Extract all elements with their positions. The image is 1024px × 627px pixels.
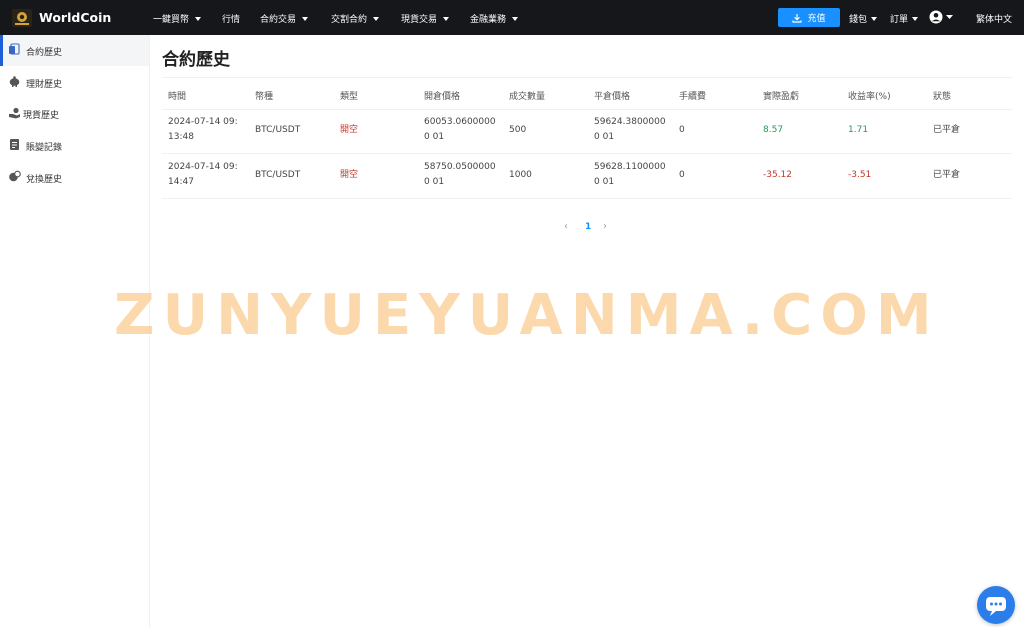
column-header-yield: 收益率(%): [848, 92, 891, 102]
nav-spot-trading[interactable]: 現貨交易: [401, 12, 450, 25]
cell-time: 2024-07-14 09:14:47: [168, 162, 238, 187]
table-row: 2024-07-14 09:13:48 BTC/USDT 開空 60053.06…: [162, 109, 1012, 154]
cell-symbol: BTC/USDT: [255, 125, 301, 135]
cell-open-price: 58750.05000000 01: [424, 162, 496, 187]
sidebar-item-spot-history[interactable]: 現貨歷史: [0, 98, 149, 129]
chevron-down-icon: [195, 16, 202, 21]
column-header-symbol: 幣種: [255, 92, 274, 102]
chat-bubble-icon: [986, 597, 1006, 616]
pagination-prev-button[interactable]: ‹: [564, 221, 568, 232]
chevron-down-icon: [302, 16, 309, 21]
column-header-type: 類型: [340, 92, 359, 102]
column-header-status: 狀態: [933, 92, 952, 102]
cell-status: 已平倉: [933, 170, 961, 180]
cell-fee: 0: [679, 125, 685, 135]
cell-quantity: 1000: [509, 170, 532, 180]
brand-name[interactable]: WorldCoin: [39, 10, 111, 25]
wallet-menu[interactable]: 錢包: [849, 12, 878, 25]
exchange-icon: [9, 170, 21, 182]
sidebar-item-account-records[interactable]: 賬變記錄: [0, 130, 149, 161]
nav-contract-trading[interactable]: 合約交易: [260, 12, 309, 25]
user-avatar-icon: [929, 10, 953, 24]
deposit-button[interactable]: 充值: [778, 8, 840, 27]
cell-fee: 0: [679, 170, 685, 180]
nav-financial-business[interactable]: 金融業務: [470, 12, 519, 25]
watermark: ZUNYUEYUANMA.COM: [114, 283, 940, 348]
pagination: ‹ 1 ›: [560, 220, 620, 234]
cell-time: 2024-07-14 09:13:48: [168, 117, 238, 142]
chevron-down-icon: [373, 16, 380, 21]
table-header: 時間 幣種 類型 開倉價格 成交數量 平倉價格 手續費 實際盈虧 收益率(%) …: [162, 77, 1012, 110]
page-title: 合約歷史: [162, 50, 230, 70]
sidebar-item-label: 理財歷史: [26, 80, 63, 90]
cell-yield: -3.51: [848, 170, 872, 180]
cell-pnl: 8.57: [763, 125, 784, 135]
pagination-next-button[interactable]: ›: [603, 221, 607, 232]
chevron-down-icon: [912, 16, 919, 21]
sidebar-item-label: 兌換歷史: [26, 175, 63, 185]
nav-label: 合約交易: [260, 15, 297, 25]
pagination-page-1[interactable]: 1: [585, 222, 591, 232]
column-header-pnl: 實際盈虧: [763, 92, 800, 102]
cell-status: 已平倉: [933, 125, 961, 135]
chevron-down-icon: [443, 16, 450, 21]
cell-close-price: 59628.11000000 01: [594, 162, 666, 187]
sidebar-item-contract-history[interactable]: 合約歷史: [0, 35, 149, 66]
cell-quantity: 500: [509, 125, 527, 135]
worldcoin-logo-icon[interactable]: [12, 9, 32, 27]
sidebar-item-exchange-history[interactable]: 兌換歷史: [0, 162, 149, 193]
sidebar-item-finance-history[interactable]: 理財歷史: [0, 67, 149, 98]
cell-yield: 1.71: [848, 125, 869, 135]
hand-coin-icon: [9, 107, 20, 119]
sidebar-item-label: 現貨歷史: [23, 111, 60, 121]
language-selector[interactable]: 繁体中文: [976, 12, 1012, 25]
user-menu[interactable]: [929, 10, 957, 27]
cell-type: 開空: [340, 125, 359, 135]
column-header-open-price: 開倉價格: [424, 92, 461, 102]
nav-label: 交割合約: [331, 15, 368, 25]
wallet-label: 錢包: [849, 15, 868, 25]
nav-delivery-contract[interactable]: 交割合約: [331, 12, 380, 25]
column-header-fee: 手續費: [679, 92, 707, 102]
nav-label: 一鍵買幣: [153, 15, 190, 25]
sidebar-item-label: 合約歷史: [26, 48, 63, 58]
column-header-close-price: 平倉價格: [594, 92, 631, 102]
nav-label: 金融業務: [470, 15, 507, 25]
document-icon: [10, 139, 19, 150]
column-header-quantity: 成交數量: [509, 92, 546, 102]
piggy-bank-icon: [9, 76, 20, 87]
download-icon: [792, 13, 803, 23]
cell-pnl: -35.12: [763, 170, 793, 180]
top-navigation-bar: WorldCoin 一鍵買幣 行情 合約交易 交割合約 現貨交易 金融業務 充值…: [0, 0, 1024, 35]
nav-label: 行情: [222, 15, 241, 25]
chevron-down-icon: [871, 16, 878, 21]
column-header-time: 時間: [168, 92, 187, 102]
cell-open-price: 60053.06000000 01: [424, 117, 496, 142]
nav-market[interactable]: 行情: [222, 12, 240, 25]
orders-menu[interactable]: 訂單: [890, 12, 919, 25]
cell-close-price: 59624.38000000 01: [594, 117, 666, 142]
table-row: 2024-07-14 09:14:47 BTC/USDT 開空 58750.05…: [162, 154, 1012, 199]
chat-support-button[interactable]: [977, 586, 1015, 624]
nav-label: 現貨交易: [401, 15, 438, 25]
contract-history-icon: [9, 43, 20, 55]
sidebar-item-label: 賬變記錄: [26, 143, 63, 153]
cell-symbol: BTC/USDT: [255, 170, 301, 180]
chevron-down-icon: [512, 16, 519, 21]
deposit-label: 充值: [807, 14, 826, 24]
orders-label: 訂單: [890, 15, 909, 25]
cell-type: 開空: [340, 170, 359, 180]
nav-one-click-buy[interactable]: 一鍵買幣: [153, 12, 202, 25]
